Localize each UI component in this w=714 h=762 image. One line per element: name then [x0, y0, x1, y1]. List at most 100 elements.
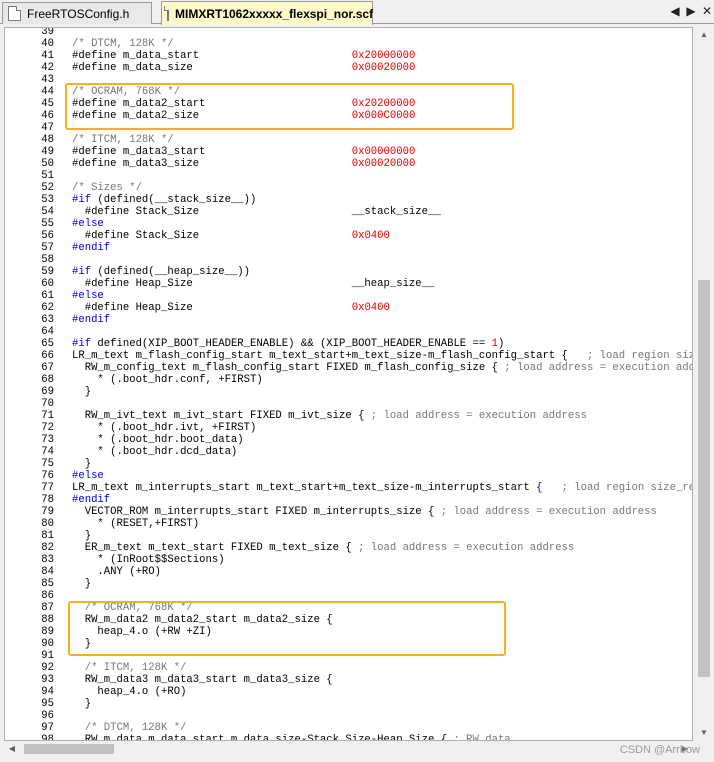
tab-freertosconfig[interactable]: FreeRTOSConfig.h: [2, 2, 152, 24]
code-line[interactable]: 87 /* OCRAM, 768K */: [5, 602, 692, 614]
code-line[interactable]: 45 #define m_data2_start 0x20200000: [5, 98, 692, 110]
code-line[interactable]: 90 }: [5, 638, 692, 650]
code-line[interactable]: 69 }: [5, 386, 692, 398]
code-line[interactable]: 79 VECTOR_ROM m_interrupts_start FIXED m…: [5, 506, 692, 518]
code-line[interactable]: 88 RW_m_data2 m_data2_start m_data2_size…: [5, 614, 692, 626]
tab-prev-button[interactable]: ◀: [668, 3, 682, 19]
line-number: 44: [41, 86, 54, 98]
tab-label: MIMXRT1062xxxxx_flexspi_nor.scf: [175, 6, 374, 21]
code-line[interactable]: 94 heap_4.o (+RO): [5, 686, 692, 698]
code-token: LR_m_text m_interrupts_start m_text_star…: [72, 482, 537, 494]
code-line[interactable]: 71 RW_m_ivt_text m_ivt_start FIXED m_ivt…: [5, 410, 692, 422]
code-line[interactable]: 75 }: [5, 458, 692, 470]
code-line[interactable]: 83 * (InRoot$$Sections): [5, 554, 692, 566]
line-number: 64: [41, 326, 54, 338]
code-line[interactable]: 40 /* DTCM, 128K */: [5, 38, 692, 50]
code-line[interactable]: 52 /* Sizes */: [5, 182, 692, 194]
code-line[interactable]: 91: [5, 650, 692, 662]
code-line[interactable]: 77 LR_m_text m_interrupts_start m_text_st…: [5, 482, 692, 494]
code-line[interactable]: 53 #if (defined(__stack_size__)): [5, 194, 692, 206]
scroll-left-arrow-icon[interactable]: ◀: [4, 741, 20, 757]
code-line[interactable]: 92 /* ITCM, 128K */: [5, 662, 692, 674]
code-line[interactable]: 73 * (.boot_hdr.boot_data): [5, 434, 692, 446]
code-line[interactable]: 66 LR_m_text m_flash_config_start m_text_…: [5, 350, 692, 362]
code-line[interactable]: 95 }: [5, 698, 692, 710]
code-line[interactable]: 54 #define Stack_Size __stack_size__: [5, 206, 692, 218]
code-editor[interactable]: 39 40 /* DTCM, 128K */ 41 #define m_data_sta…: [4, 27, 693, 741]
code-line[interactable]: 61 #else: [5, 290, 692, 302]
close-tab-button[interactable]: ✕: [700, 3, 714, 19]
code-line[interactable]: 98 RW_m_data m_data_start m_data_size-St…: [5, 734, 692, 740]
line-text: #if defined(XIP_BOOT_HEADER_ENABLE) && (…: [72, 338, 504, 350]
code-line[interactable]: 42 #define m_data_size 0x00020000: [5, 62, 692, 74]
code-line[interactable]: 47: [5, 122, 692, 134]
code-line[interactable]: 39: [5, 28, 692, 38]
code-line[interactable]: 65 #if defined(XIP_BOOT_HEADER_ENABLE) &&…: [5, 338, 692, 350]
code-token: RW_m_config_text m_flash_config_start FI…: [72, 362, 505, 374]
code-line[interactable]: 85 }: [5, 578, 692, 590]
line-text: }: [72, 386, 91, 398]
code-line[interactable]: 78 #endif: [5, 494, 692, 506]
code-line[interactable]: 97 /* DTCM, 128K */: [5, 722, 692, 734]
code-line[interactable]: 43: [5, 74, 692, 86]
code-line[interactable]: 46 #define m_data2_size 0x000C0000: [5, 110, 692, 122]
line-number: 97: [41, 722, 54, 734]
code-token: #define m_data3_start: [72, 146, 352, 158]
code-line[interactable]: 60 #define Heap_Size __heap_size__: [5, 278, 692, 290]
horizontal-scrollbar[interactable]: ◀ ▶: [4, 741, 693, 757]
code-line[interactable]: 56 #define Stack_Size 0x0400: [5, 230, 692, 242]
code-line[interactable]: 50 #define m_data3_size 0x00020000: [5, 158, 692, 170]
code-line[interactable]: 82 ER_m_text m_text_start FIXED m_text_s…: [5, 542, 692, 554]
code-token: .ANY (+RO): [72, 566, 162, 578]
code-line[interactable]: 89 heap_4.o (+RW +ZI): [5, 626, 692, 638]
line-text: #define m_data3_size 0x00020000: [72, 158, 415, 170]
code-token: 0x00000000: [351, 146, 416, 158]
code-line[interactable]: 68 * (.boot_hdr.conf, +FIRST): [5, 374, 692, 386]
scroll-up-arrow-icon[interactable]: ▲: [696, 27, 712, 43]
code-line[interactable]: 63 #endif: [5, 314, 692, 326]
code-line[interactable]: 55 #else: [5, 218, 692, 230]
line-number: 50: [41, 158, 54, 170]
code-line[interactable]: 80 * (RESET,+FIRST): [5, 518, 692, 530]
code-line[interactable]: 51: [5, 170, 692, 182]
code-line[interactable]: 48 /* ITCM, 128K */: [5, 134, 692, 146]
code-line[interactable]: 64: [5, 326, 692, 338]
code-line[interactable]: 86: [5, 590, 692, 602]
vertical-scrollbar[interactable]: ▲ ▼: [696, 27, 712, 741]
code-line[interactable]: 49 #define m_data3_start 0x00000000: [5, 146, 692, 158]
tab-scatter-file[interactable]: MIMXRT1062xxxxx_flexspi_nor.scf: [161, 1, 373, 25]
code-line[interactable]: 67 RW_m_config_text m_flash_config_start…: [5, 362, 692, 374]
code-token: LR_m_text m_flash_config_start m_text_st…: [72, 350, 587, 362]
code-line[interactable]: 44 /* OCRAM, 768K */: [5, 86, 692, 98]
line-text: RW_m_data3 m_data3_start m_data3_size {: [72, 674, 333, 686]
code-line[interactable]: 74 * (.boot_hdr.dcd_data): [5, 446, 692, 458]
code-line[interactable]: 93 RW_m_data3 m_data3_start m_data3_size…: [5, 674, 692, 686]
code-line[interactable]: 76 #else: [5, 470, 692, 482]
scroll-down-arrow-icon[interactable]: ▼: [696, 725, 712, 741]
code-line[interactable]: 96: [5, 710, 692, 722]
code-line[interactable]: 41 #define m_data_start 0x20000000: [5, 50, 692, 62]
code-line[interactable]: 59 #if (defined(__heap_size__)): [5, 266, 692, 278]
code-line[interactable]: 62 #define Heap_Size 0x0400: [5, 302, 692, 314]
tab-next-button[interactable]: ▶: [684, 3, 698, 19]
vertical-scroll-thumb[interactable]: [698, 280, 710, 677]
code-token: #define Heap_Size: [72, 302, 352, 314]
line-text: .ANY (+RO): [72, 566, 161, 578]
line-text: * (.boot_hdr.conf, +FIRST): [72, 374, 262, 386]
horizontal-scroll-thumb[interactable]: [24, 744, 114, 754]
line-text: * (InRoot$$Sections): [72, 554, 224, 566]
code-line[interactable]: 58: [5, 254, 692, 266]
line-text: /* DTCM, 128K */: [72, 722, 187, 734]
code-token: }: [72, 698, 92, 710]
code-line[interactable]: 81 }: [5, 530, 692, 542]
code-area[interactable]: 39 40 /* DTCM, 128K */ 41 #define m_data_sta…: [5, 28, 692, 740]
tab-nav: ◀ ▶ ✕: [668, 3, 714, 19]
code-line[interactable]: 57 #endif: [5, 242, 692, 254]
line-text: }: [72, 458, 91, 470]
code-line[interactable]: 84 .ANY (+RO): [5, 566, 692, 578]
line-number: 82: [41, 542, 54, 554]
code-token: 0x00020000: [351, 158, 416, 170]
line-text: #if (defined(__stack_size__)): [72, 194, 256, 206]
code-line[interactable]: 72 * (.boot_hdr.ivt, +FIRST): [5, 422, 692, 434]
code-line[interactable]: 70: [5, 398, 692, 410]
